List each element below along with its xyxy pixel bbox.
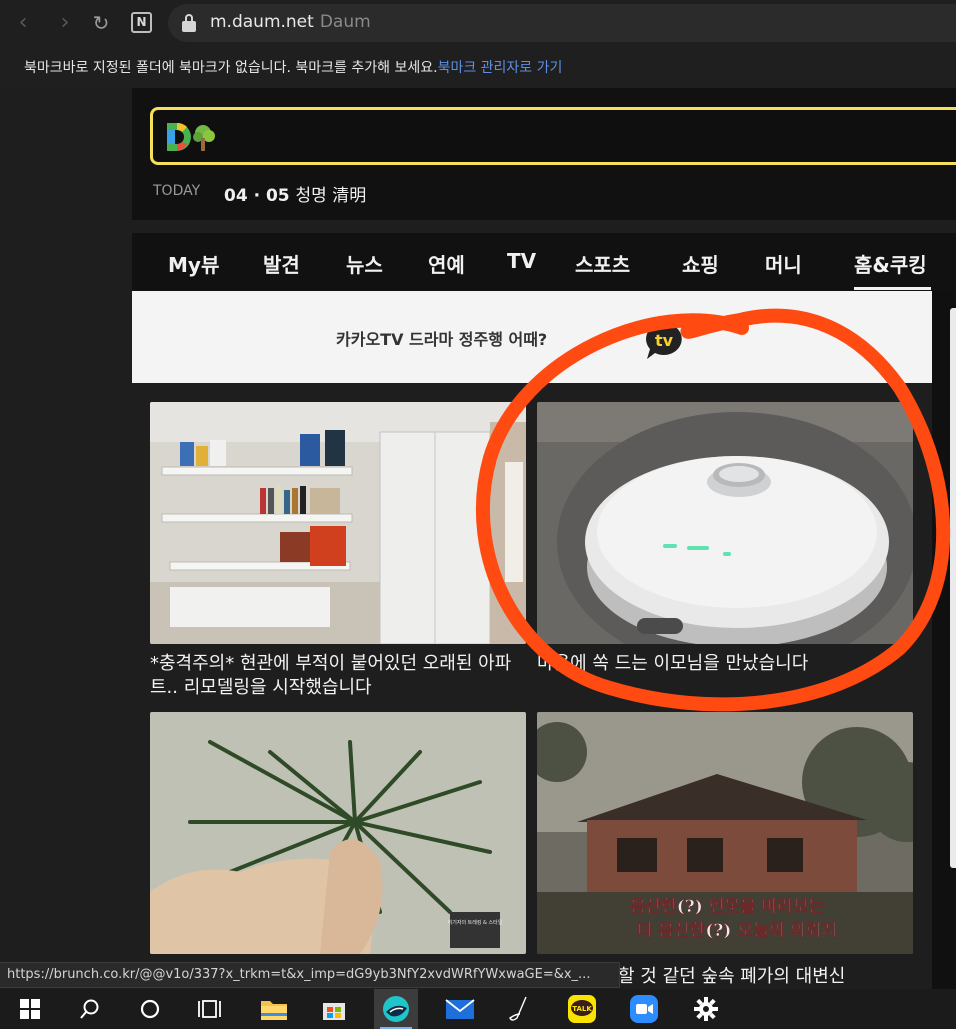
- article-title[interactable]: 할 것 같던 숲속 폐가의 대변신: [618, 962, 845, 988]
- pen-icon[interactable]: [498, 989, 542, 1029]
- zoom-icon[interactable]: [622, 989, 666, 1029]
- article-thumbnail[interactable]: [537, 402, 913, 644]
- url-text: m.daum.net: [210, 12, 314, 32]
- tab-shopping[interactable]: 쇼핑: [682, 249, 719, 278]
- task-view-icon[interactable]: [188, 989, 232, 1029]
- lock-icon: [182, 14, 196, 32]
- cortana-icon[interactable]: [128, 989, 172, 1029]
- side-card-edge[interactable]: [950, 308, 956, 868]
- search-box[interactable]: [150, 107, 956, 165]
- file-explorer-icon[interactable]: [252, 989, 296, 1029]
- kakaotv-banner[interactable]: 카카오TV 드라마 정주행 어때? tv: [132, 291, 932, 383]
- article-thumbnail[interactable]: [150, 402, 526, 644]
- today-label: TODAY: [153, 183, 201, 199]
- overlay-caption-line1: 음산한(?) 연못을 바라보는: [630, 897, 825, 917]
- tab-sports[interactable]: 스포츠: [575, 249, 630, 278]
- daum-logo[interactable]: [165, 120, 217, 154]
- site-name: Daum: [319, 12, 371, 32]
- windows-taskbar: TALK: [0, 989, 956, 1029]
- banner-text: 카카오TV 드라마 정주행 어때?: [336, 330, 548, 349]
- article-thumbnail[interactable]: 음산한(?) 연못을 바라보는 더 음산한(?) 오늘의 의뢰지: [537, 712, 913, 954]
- status-url-bar: https://brunch.co.kr/@@v1o/337?x_trkm=t&…: [0, 962, 620, 988]
- tab-myview[interactable]: My뷰: [168, 249, 219, 278]
- bookmark-bar-message: 북마크바로 지정된 폴더에 북마크가 없습니다. 북마크를 추가해 보세요.: [24, 60, 438, 76]
- tab-news[interactable]: 뉴스: [346, 249, 383, 278]
- naver-icon[interactable]: N: [131, 12, 152, 33]
- bookmark-bar: 북마크바로 지정된 폴더에 북마크가 없습니다. 북마크를 추가해 보세요.북마…: [0, 46, 956, 88]
- article-title[interactable]: 마음에 쏙 드는 이모님을 만났습니다: [537, 652, 913, 676]
- whale-browser-icon[interactable]: [374, 989, 418, 1029]
- kakaotalk-label: TALK: [572, 1005, 592, 1013]
- bookmark-manager-link[interactable]: 북마크 관리자로 가기: [438, 60, 563, 76]
- browser-toolbar: ‹ › ↻ N m.daum.net Daum: [0, 0, 956, 46]
- store-icon[interactable]: [312, 989, 356, 1029]
- daum-header: TODAY 04 · 05 청명 清明: [132, 88, 956, 220]
- today-date: 04 · 05 청명 清明: [224, 181, 366, 206]
- kakaotv-logo-text: tv: [655, 331, 674, 350]
- settings-gear-icon[interactable]: [684, 989, 728, 1029]
- forward-icon[interactable]: ›: [52, 10, 78, 36]
- overlay-caption-line2: 더 음산한(?) 오늘의 의뢰지: [637, 921, 837, 941]
- thumb-watermark-text: 취기자의 트레킹 & 스타일: [448, 919, 503, 926]
- address-bar[interactable]: m.daum.net Daum: [168, 4, 956, 42]
- date-text: 04 · 05: [224, 186, 290, 206]
- tab-home-cooking[interactable]: 홈&쿠킹: [854, 249, 931, 290]
- tab-money[interactable]: 머니: [765, 249, 802, 278]
- search-icon[interactable]: [68, 989, 112, 1029]
- article-title[interactable]: *충격주의* 현관에 부적이 붙어있던 오래된 아파트.. 리모델링을 시작했습…: [150, 652, 526, 700]
- page-content: TODAY 04 · 05 청명 清明 My뷰 발견 뉴스 연예 TV 스포츠 …: [0, 88, 956, 989]
- kakaotalk-icon[interactable]: TALK: [560, 989, 604, 1029]
- back-icon[interactable]: ‹: [10, 10, 36, 36]
- mail-icon[interactable]: [438, 989, 482, 1029]
- solar-term: 청명 清明: [295, 186, 367, 206]
- article-feed: *충격주의* 현관에 부적이 붙어있던 오래된 아파트.. 리모델링을 시작했습…: [132, 383, 932, 989]
- tab-discover[interactable]: 발견: [263, 249, 300, 278]
- kakaotv-logo: tv: [646, 323, 682, 359]
- article-thumbnail[interactable]: 취기자의 트레킹 & 스타일: [150, 712, 526, 954]
- tab-tv[interactable]: TV: [507, 249, 536, 273]
- windows-start-icon[interactable]: [8, 989, 52, 1029]
- tab-entertainment[interactable]: 연예: [428, 249, 465, 278]
- category-nav: My뷰 발견 뉴스 연예 TV 스포츠 쇼핑 머니 홈&쿠킹: [132, 233, 956, 291]
- reload-icon[interactable]: ↻: [88, 10, 114, 36]
